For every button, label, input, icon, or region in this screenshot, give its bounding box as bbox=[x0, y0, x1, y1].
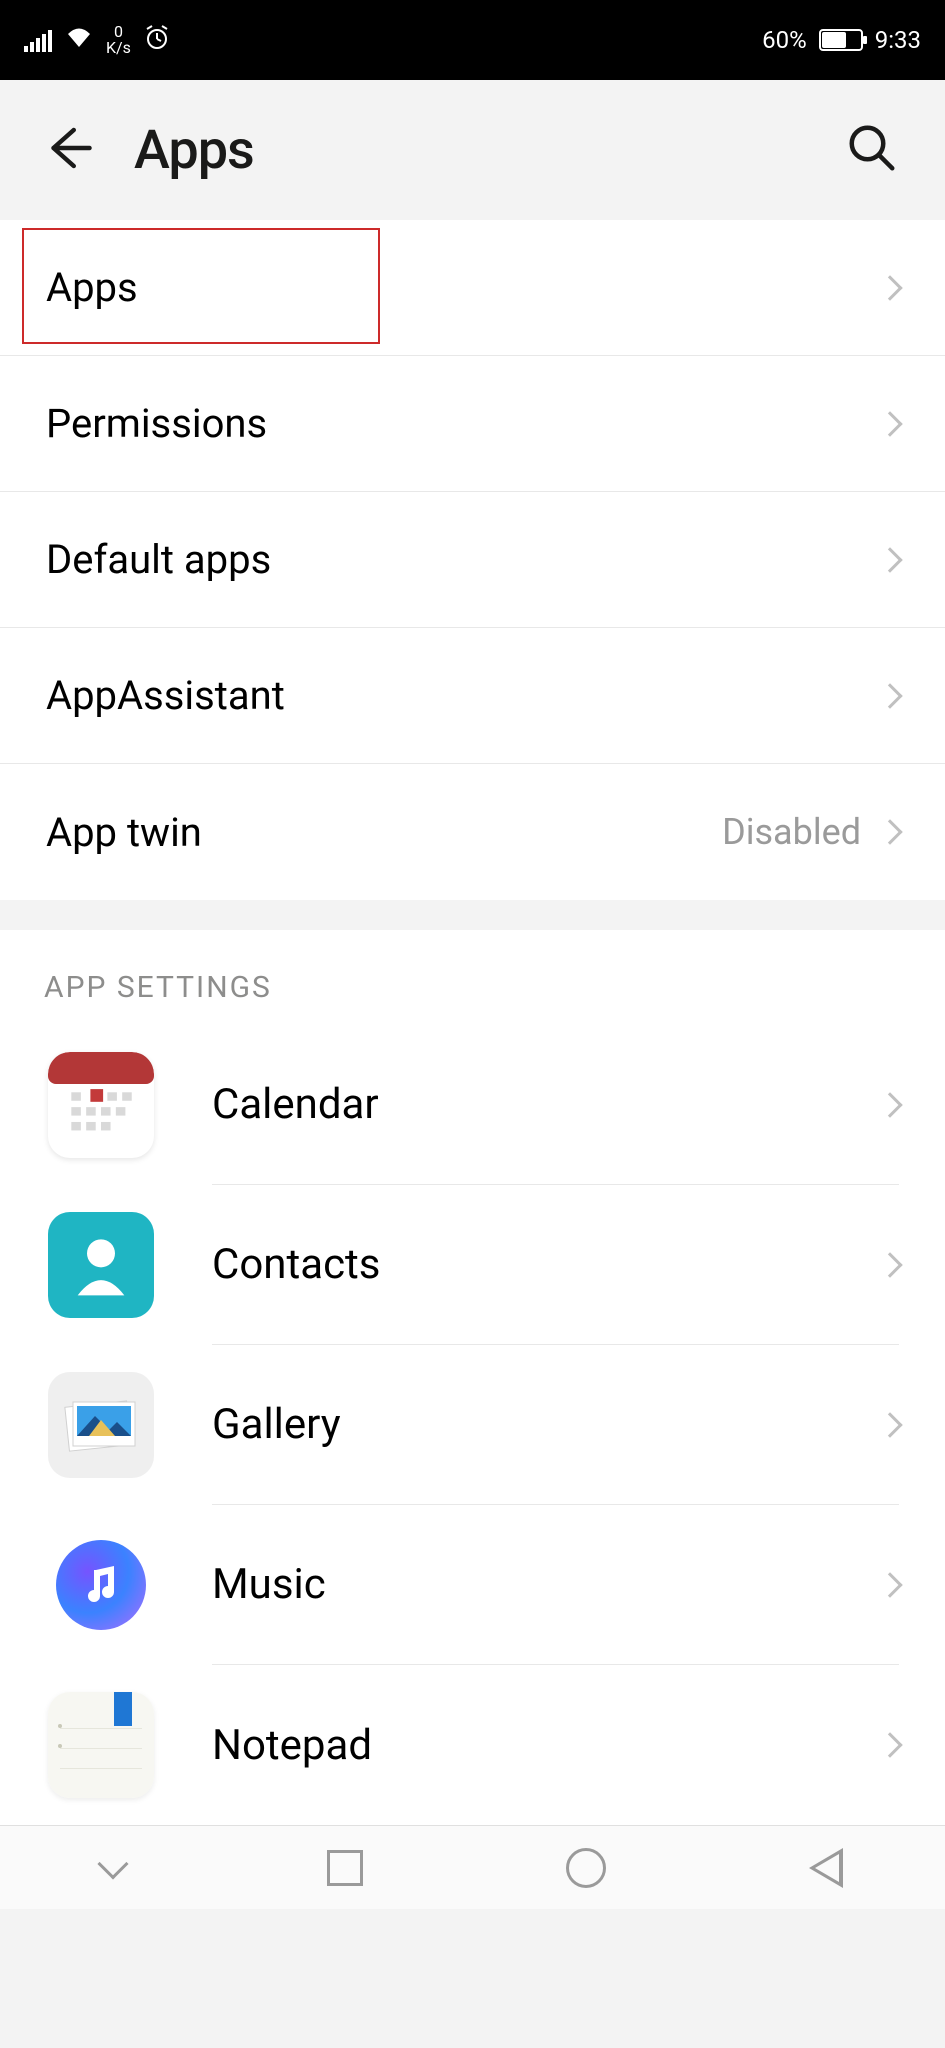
app-row-music[interactable]: Music bbox=[0, 1505, 945, 1665]
row-label: Apps bbox=[46, 264, 138, 311]
battery-icon bbox=[819, 29, 863, 51]
row-value: Disabled bbox=[722, 811, 861, 853]
row-default-apps[interactable]: Default apps bbox=[0, 492, 945, 628]
app-row-gallery[interactable]: Gallery bbox=[0, 1345, 945, 1505]
row-app-twin[interactable]: App twin Disabled bbox=[0, 764, 945, 900]
app-label: Contacts bbox=[212, 1240, 380, 1289]
app-label: Gallery bbox=[212, 1400, 341, 1449]
gallery-icon bbox=[48, 1372, 154, 1478]
row-label: App twin bbox=[46, 809, 202, 856]
section-header: APP SETTINGS bbox=[0, 930, 945, 1025]
page-title: Apps bbox=[134, 119, 254, 182]
app-settings-section: APP SETTINGS Calendar Contacts bbox=[0, 930, 945, 1825]
app-label: Music bbox=[212, 1560, 326, 1609]
contacts-icon bbox=[48, 1212, 154, 1318]
music-icon bbox=[48, 1532, 154, 1638]
chevron-right-icon bbox=[877, 819, 902, 844]
nav-bar bbox=[0, 1825, 945, 1909]
clock: 9:33 bbox=[875, 26, 921, 54]
chevron-right-icon bbox=[877, 1092, 902, 1117]
chevron-right-icon bbox=[877, 1252, 902, 1277]
app-label: Calendar bbox=[212, 1080, 379, 1129]
search-button[interactable] bbox=[845, 121, 899, 179]
chevron-right-icon bbox=[877, 547, 902, 572]
wifi-icon bbox=[64, 25, 94, 55]
back-button[interactable] bbox=[40, 121, 94, 179]
calendar-icon bbox=[48, 1052, 154, 1158]
chevron-right-icon bbox=[877, 411, 902, 436]
chevron-right-icon bbox=[877, 1572, 902, 1597]
row-label: AppAssistant bbox=[46, 672, 285, 719]
alarm-icon bbox=[143, 23, 171, 57]
chevron-right-icon bbox=[877, 1732, 902, 1757]
nav-recent-button[interactable] bbox=[327, 1850, 363, 1886]
app-label: Notepad bbox=[212, 1721, 372, 1770]
signal-icon bbox=[24, 28, 52, 52]
row-appassistant[interactable]: AppAssistant bbox=[0, 628, 945, 764]
main-section: Apps Permissions Default apps AppAssista… bbox=[0, 220, 945, 900]
status-right: 60% 9:33 bbox=[762, 26, 921, 54]
chevron-right-icon bbox=[877, 683, 902, 708]
chevron-right-icon bbox=[877, 1412, 902, 1437]
app-row-contacts[interactable]: Contacts bbox=[0, 1185, 945, 1345]
page-header: Apps bbox=[0, 80, 945, 220]
row-permissions[interactable]: Permissions bbox=[0, 356, 945, 492]
net-speed-bottom: K/s bbox=[106, 40, 131, 56]
section-gap bbox=[0, 900, 945, 930]
row-label: Permissions bbox=[46, 400, 267, 447]
status-bar: 0 K/s 60% 9:33 bbox=[0, 0, 945, 80]
battery-percent: 60% bbox=[762, 26, 807, 54]
status-left: 0 K/s bbox=[24, 23, 171, 57]
network-speed-indicator: 0 K/s bbox=[106, 24, 131, 56]
nav-back-button[interactable] bbox=[809, 1848, 843, 1888]
row-label: Default apps bbox=[46, 536, 271, 583]
nav-home-button[interactable] bbox=[566, 1848, 606, 1888]
notepad-icon bbox=[48, 1692, 154, 1798]
app-row-calendar[interactable]: Calendar bbox=[0, 1025, 945, 1185]
app-row-notepad[interactable]: Notepad bbox=[0, 1665, 945, 1825]
row-apps[interactable]: Apps bbox=[0, 220, 945, 356]
chevron-right-icon bbox=[877, 275, 902, 300]
nav-hide-button[interactable] bbox=[102, 1853, 124, 1883]
